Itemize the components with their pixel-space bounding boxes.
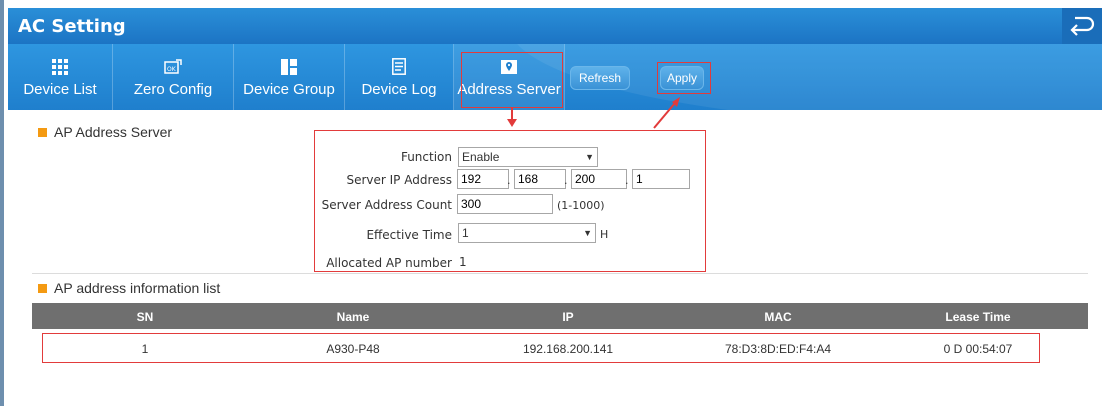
- address-server-label: Address Server: [457, 80, 561, 98]
- function-label: Function: [400, 150, 452, 164]
- column-header-ip: IP: [562, 310, 574, 324]
- arrow-down-head: [507, 119, 517, 127]
- toolbar-divider: [564, 44, 565, 110]
- server-section-title-text: AP Address Server: [54, 124, 173, 140]
- column-header-name: Name: [336, 310, 370, 324]
- effective-time-label: Effective Time: [366, 228, 452, 242]
- ok-config-icon: OK: [163, 57, 183, 77]
- cell-sn: 1: [141, 342, 149, 356]
- orange-bullet: [38, 127, 47, 137]
- effective-time-select[interactable]: 1 ▼: [458, 223, 596, 243]
- back-button[interactable]: [1062, 8, 1102, 44]
- server-count-input[interactable]: [457, 194, 553, 214]
- window-title: AC Setting: [18, 16, 126, 37]
- zero-config-label: Zero Config: [133, 80, 213, 98]
- main-toolbar: Device List OK Zero Config Device Group: [8, 44, 1102, 110]
- device-group-label: Device Group: [243, 80, 335, 98]
- ip-octet-1[interactable]: [457, 169, 509, 189]
- function-select[interactable]: Enable ▼: [458, 147, 598, 167]
- grid-icon: [50, 57, 70, 77]
- chevron-down-icon: ▼: [583, 228, 592, 238]
- orange-bullet: [38, 283, 47, 293]
- cell-lease-time: 0 D 00:54:07: [943, 342, 1013, 356]
- cell-mac: 78:D3:8D:ED:F4:A4: [724, 342, 832, 356]
- left-border: [0, 0, 4, 406]
- refresh-button[interactable]: Refresh: [570, 66, 630, 90]
- device-log-label: Device Log: [361, 80, 437, 98]
- ip-octet-2[interactable]: [514, 169, 566, 189]
- column-header-sn: SN: [136, 310, 154, 324]
- group-icon: [279, 57, 299, 77]
- list-section-title-text: AP address information list: [54, 280, 221, 296]
- cell-name: A930-P48: [326, 342, 380, 356]
- device-log-button[interactable]: Device Log: [345, 44, 453, 110]
- zero-config-button[interactable]: OK Zero Config: [113, 44, 233, 110]
- server-section-title: AP Address Server: [38, 124, 172, 140]
- time-unit: H: [600, 228, 609, 241]
- column-header-mac: MAC: [764, 310, 792, 324]
- svg-text:OK: OK: [167, 66, 177, 73]
- table-header: SN Name IP MAC Lease Time: [32, 303, 1088, 329]
- back-arrow-icon: [1070, 16, 1095, 36]
- ip-octet-3[interactable]: [571, 169, 627, 189]
- section-divider: [32, 273, 1088, 274]
- ip-dot: .: [625, 174, 629, 187]
- list-section-title: AP address information list: [38, 280, 220, 296]
- cell-ip: 192.168.200.141: [522, 342, 614, 356]
- ip-dot: .: [507, 174, 511, 187]
- ip-dot: .: [564, 174, 568, 187]
- column-header-lease-time: Lease Time: [945, 310, 1011, 324]
- device-group-button[interactable]: Device Group: [234, 44, 344, 110]
- allocated-ap-label: Allocated AP number: [326, 256, 452, 270]
- refresh-label: Refresh: [578, 71, 622, 85]
- server-ip-label: Server IP Address: [346, 173, 452, 187]
- location-pin-icon: [499, 57, 519, 77]
- device-list-label: Device List: [23, 80, 97, 98]
- ip-octet-4[interactable]: [632, 169, 690, 189]
- device-list-button[interactable]: Device List: [8, 44, 112, 110]
- log-icon: [389, 57, 409, 77]
- effective-time-value: 1: [462, 226, 469, 240]
- address-server-button[interactable]: Address Server: [454, 44, 564, 110]
- apply-label: Apply: [666, 71, 698, 85]
- apply-button[interactable]: Apply: [660, 66, 704, 90]
- chevron-down-icon: ▼: [585, 152, 594, 162]
- title-bar: AC Setting: [8, 8, 1102, 44]
- function-value: Enable: [462, 150, 500, 164]
- allocated-ap-value: 1: [459, 255, 467, 269]
- server-count-label: Server Address Count: [321, 198, 452, 212]
- count-range-hint: (1-1000): [557, 199, 605, 212]
- table-row[interactable]: 1 A930-P48 192.168.200.141 78:D3:8D:ED:F…: [32, 335, 1088, 361]
